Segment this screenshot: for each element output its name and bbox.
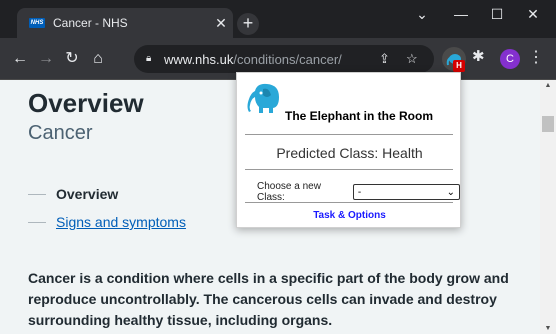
popup-divider <box>245 202 453 203</box>
address-bar[interactable]: 🔒︎ www.nhs.uk/conditions/cancer/ ⇪ ☆ <box>134 45 434 73</box>
minimize-button[interactable]: — <box>446 6 476 22</box>
contents-item-signs[interactable]: Signs and symptoms <box>28 214 186 230</box>
contents-item-overview: Overview <box>28 186 118 202</box>
page-subtitle: Cancer <box>28 122 93 144</box>
class-select[interactable]: - ⌄ <box>352 184 460 200</box>
scroll-thumb[interactable] <box>542 116 554 132</box>
extensions-puzzle-icon[interactable]: ✱ <box>472 47 485 65</box>
back-button[interactable]: ← <box>8 47 32 71</box>
new-tab-button[interactable]: + <box>237 13 259 35</box>
popup-title: The Elephant in the Room <box>285 109 434 123</box>
maximize-button[interactable]: ☐ <box>482 6 512 23</box>
predicted-class: Predicted Class: Health <box>276 145 423 161</box>
task-options-link[interactable]: Task & Options <box>237 210 462 221</box>
contents-label: Overview <box>56 186 119 202</box>
forward-button[interactable]: → <box>34 47 58 71</box>
class-chooser-label: Choose a new Class: <box>257 181 321 203</box>
popup-divider <box>245 134 453 135</box>
chevron-down-icon: ⌄ <box>446 186 455 198</box>
contents-dash <box>28 193 46 195</box>
class-chooser: Choose a new Class: - ⌄ <box>257 181 460 203</box>
tab-close-icon[interactable]: ✕ <box>209 15 233 32</box>
reload-button[interactable]: ↻ <box>60 47 84 71</box>
share-icon[interactable]: ⇪ <box>379 51 390 67</box>
extension-popup: The Elephant in the Room Predicted Class… <box>236 72 461 228</box>
extension-badge: H <box>453 60 465 72</box>
contents-link[interactable]: Signs and symptoms <box>56 214 186 230</box>
url-host: www.nhs.uk <box>164 51 234 67</box>
page-title: Overview <box>28 88 144 118</box>
scroll-up-arrow-icon[interactable]: ▲ <box>540 82 556 89</box>
contents-dash <box>28 221 46 223</box>
page-scrollbar[interactable]: ▲ ▼ <box>540 80 556 334</box>
menu-kebab-icon[interactable]: ⋮ <box>528 47 544 67</box>
tab-title: Cancer - NHS <box>53 16 128 30</box>
home-button[interactable]: ⌂ <box>86 47 110 71</box>
browser-tab[interactable]: NHS Cancer - NHS ✕ <box>17 8 233 38</box>
popup-header: The Elephant in the Room <box>245 81 455 131</box>
url-path: /conditions/cancer/ <box>233 51 342 67</box>
profile-avatar[interactable]: C <box>500 49 520 69</box>
elephant-logo-icon <box>247 83 279 113</box>
close-window-button[interactable]: ✕ <box>518 6 548 23</box>
popup-divider <box>245 169 453 170</box>
class-select-value: - <box>357 186 362 198</box>
lock-icon[interactable]: 🔒︎ <box>146 53 156 65</box>
nhs-favicon-icon: NHS <box>29 18 45 28</box>
tab-search-icon[interactable]: ⌄ <box>407 6 437 23</box>
intro-paragraph: Cancer is a condition where cells in a s… <box>28 270 509 328</box>
tab-strip: NHS Cancer - NHS ✕ + ⌄ — ☐ ✕ <box>0 0 556 38</box>
scroll-down-arrow-icon[interactable]: ▼ <box>540 325 556 332</box>
bookmark-star-icon[interactable]: ☆ <box>406 51 418 67</box>
